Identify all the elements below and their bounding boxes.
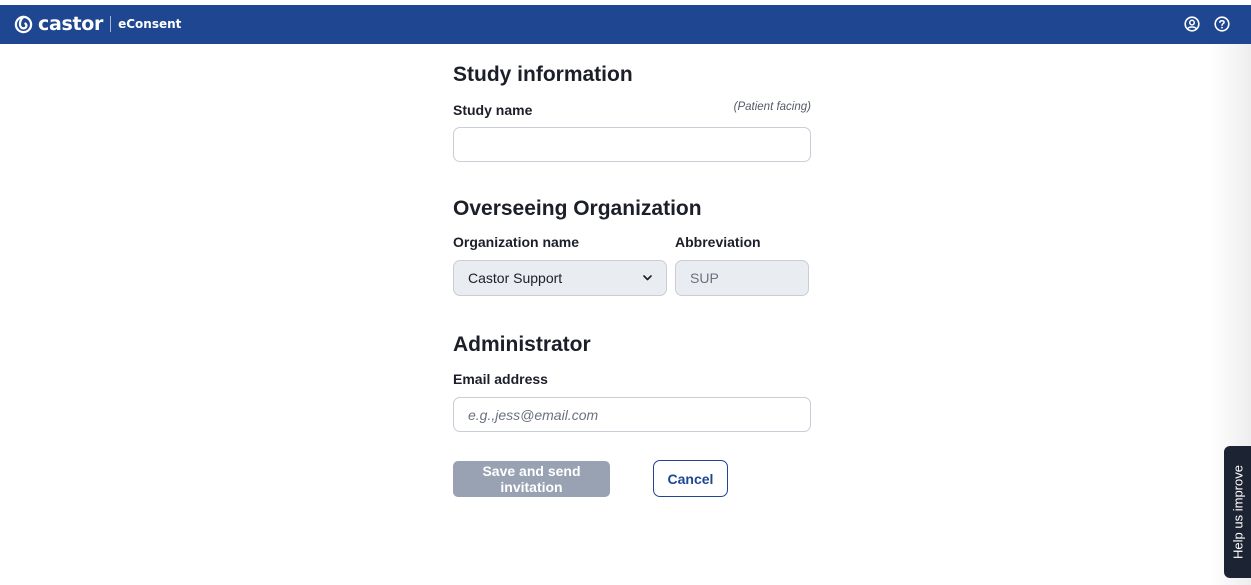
abbreviation-value: SUP — [690, 270, 719, 286]
product-name: eConsent — [118, 17, 182, 31]
patient-facing-hint: (Patient facing) — [733, 101, 811, 113]
help-icon[interactable] — [1213, 15, 1231, 33]
brand-name: castor — [38, 13, 104, 35]
organization-selected-value: Castor Support — [468, 270, 563, 286]
study-information-title: Study information — [453, 63, 633, 86]
organization-name-label: Organization name — [453, 234, 580, 250]
study-name-label: Study name — [453, 102, 533, 118]
save-and-send-invitation-button[interactable]: Save and send invitation — [453, 461, 610, 497]
organization-select[interactable]: Castor Support — [453, 260, 667, 296]
feedback-tab-label: Help us improve — [1230, 465, 1245, 559]
overseeing-organization-title: Overseeing Organization — [453, 197, 702, 220]
castor-logo-icon — [14, 15, 33, 33]
brand[interactable]: castor eConsent — [14, 12, 181, 36]
help-us-improve-tab[interactable]: Help us improve — [1224, 446, 1251, 578]
abbreviation-label: Abbreviation — [675, 234, 761, 250]
abbreviation-field: SUP — [675, 260, 809, 296]
email-address-label: Email address — [453, 371, 548, 387]
administrator-title: Administrator — [453, 333, 591, 356]
top-bar: castor eConsent — [0, 5, 1251, 44]
study-name-input[interactable] — [453, 127, 811, 162]
chevron-down-icon — [642, 273, 652, 283]
account-icon[interactable] — [1183, 15, 1201, 33]
cancel-button[interactable]: Cancel — [653, 460, 728, 497]
email-field[interactable] — [453, 397, 811, 432]
brand-divider — [110, 16, 112, 32]
